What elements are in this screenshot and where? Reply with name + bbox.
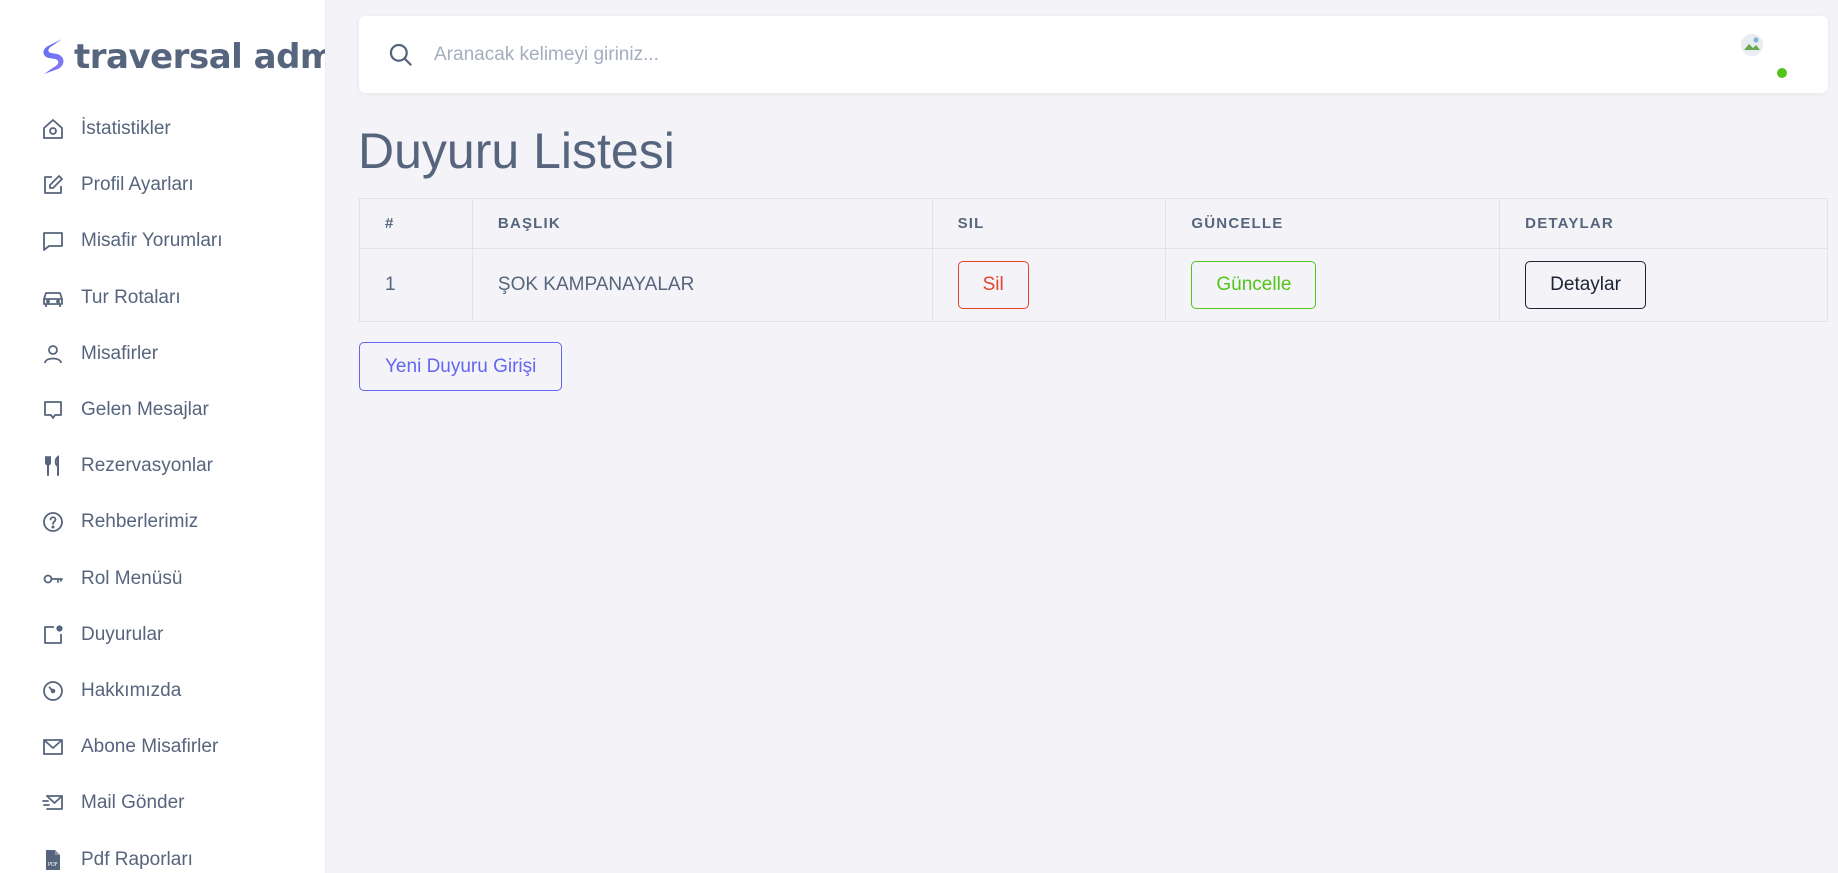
search-input[interactable] bbox=[434, 38, 1234, 72]
sidebar-item-label: Pdf Raporları bbox=[81, 848, 193, 870]
announcements-table: # BAŞLIK SIL GÜNCELLE DETAYLAR 1 ŞOK KAM… bbox=[359, 198, 1828, 322]
sidebar-item-profil-ayarlari[interactable]: Profil Ayarları bbox=[0, 157, 325, 213]
help-circle-icon bbox=[41, 510, 65, 534]
sidebar-item-label: Rol Menüsü bbox=[81, 567, 183, 589]
search-icon[interactable] bbox=[387, 41, 414, 68]
details-button[interactable]: Detaylar bbox=[1525, 261, 1646, 309]
user-icon bbox=[41, 342, 65, 366]
notification-icon bbox=[41, 623, 65, 647]
sidebar-item-label: Rehberlerimiz bbox=[81, 511, 199, 533]
sidebar-item-gelen-mesajlar[interactable]: Gelen Mesajlar bbox=[0, 382, 325, 438]
brand-name: traversal admin bbox=[74, 37, 325, 77]
svg-text:PDF: PDF bbox=[48, 862, 58, 868]
message-icon bbox=[41, 398, 65, 422]
sidebar-item-label: Duyurular bbox=[81, 623, 164, 645]
sidebar-item-label: Misafirler bbox=[81, 342, 159, 364]
online-status-dot bbox=[1777, 68, 1787, 78]
delete-cell: Sil bbox=[931, 248, 1167, 322]
comment-icon bbox=[41, 229, 65, 253]
sidebar-item-label: Abone Misafirler bbox=[81, 736, 219, 758]
sidebar-item-rehberlerimiz[interactable]: Rehberlerimiz bbox=[0, 494, 325, 550]
home-icon bbox=[41, 117, 65, 141]
row-number: 1 bbox=[359, 248, 473, 322]
sidebar-item-istatistikler[interactable]: İstatistikler bbox=[0, 101, 325, 157]
sidebar-item-pdf-raporlari[interactable]: PDF Pdf Raporları bbox=[0, 831, 325, 873]
table-header-row: # BAŞLIK SIL GÜNCELLE DETAYLAR bbox=[359, 198, 1828, 249]
details-cell: Detaylar bbox=[1499, 248, 1828, 322]
sidebar-item-misafirler[interactable]: Misafirler bbox=[0, 326, 325, 382]
table-row: 1 ŞOK KAMPANAYALAR Sil Güncelle Detaylar bbox=[359, 248, 1828, 322]
utensils-icon bbox=[41, 454, 65, 478]
column-header-title: BAŞLIK bbox=[471, 198, 933, 249]
sidebar-item-label: Rezervasyonlar bbox=[81, 455, 213, 477]
sidebar-item-abone-misafirler[interactable]: Abone Misafirler bbox=[0, 719, 325, 775]
sidebar-item-label: Gelen Mesajlar bbox=[81, 399, 209, 421]
edit-icon bbox=[41, 173, 65, 197]
broken-image-icon bbox=[1741, 34, 1763, 56]
avatar[interactable] bbox=[1741, 34, 1763, 56]
new-announcement-button[interactable]: Yeni Duyuru Girişi bbox=[359, 342, 563, 391]
sidebar-item-hakkimizda[interactable]: Hakkımızda bbox=[0, 663, 325, 719]
sidebar-item-label: Misafir Yorumları bbox=[81, 230, 223, 252]
gauge-icon bbox=[41, 679, 65, 703]
sidebar-item-misafir-yorumlari[interactable]: Misafir Yorumları bbox=[0, 213, 325, 269]
car-icon bbox=[41, 286, 65, 310]
brand[interactable]: traversal admin bbox=[38, 36, 325, 78]
sidebar-item-label: İstatistikler bbox=[81, 118, 171, 140]
page-title: Duyuru Listesi bbox=[358, 123, 675, 179]
sidebar-item-tur-rotalari[interactable]: Tur Rotaları bbox=[0, 270, 325, 326]
sidebar-item-label: Mail Gönder bbox=[81, 792, 185, 814]
sidebar-item-duyurular[interactable]: Duyurular bbox=[0, 607, 325, 663]
sidebar-nav: İstatistikler Profil Ayarları Misafir Yo… bbox=[0, 101, 325, 873]
column-header-details: DETAYLAR bbox=[1499, 198, 1828, 249]
mail-icon bbox=[41, 735, 65, 759]
delete-button[interactable]: Sil bbox=[957, 261, 1029, 309]
pdf-file-icon: PDF bbox=[41, 848, 65, 872]
update-button[interactable]: Güncelle bbox=[1191, 261, 1317, 309]
row-title: ŞOK KAMPANAYALAR bbox=[471, 248, 933, 322]
sidebar-item-label: Tur Rotaları bbox=[81, 286, 181, 308]
key-icon bbox=[41, 567, 65, 591]
sidebar: traversal admin İstatistikler Profil Aya… bbox=[0, 0, 326, 873]
column-header-delete: SIL bbox=[931, 198, 1167, 249]
sidebar-item-label: Hakkımızda bbox=[81, 679, 182, 701]
sidebar-item-mail-gonder[interactable]: Mail Gönder bbox=[0, 775, 325, 831]
sidebar-item-label: Profil Ayarları bbox=[81, 174, 194, 196]
logo-icon bbox=[43, 39, 64, 74]
mail-send-icon bbox=[41, 791, 65, 815]
column-header-number: # bbox=[359, 198, 473, 249]
column-header-update: GÜNCELLE bbox=[1165, 198, 1501, 249]
sidebar-item-rol-menusu[interactable]: Rol Menüsü bbox=[0, 551, 325, 607]
top-bar bbox=[359, 16, 1828, 93]
update-cell: Güncelle bbox=[1165, 248, 1501, 322]
sidebar-item-rezervasyonlar[interactable]: Rezervasyonlar bbox=[0, 438, 325, 494]
